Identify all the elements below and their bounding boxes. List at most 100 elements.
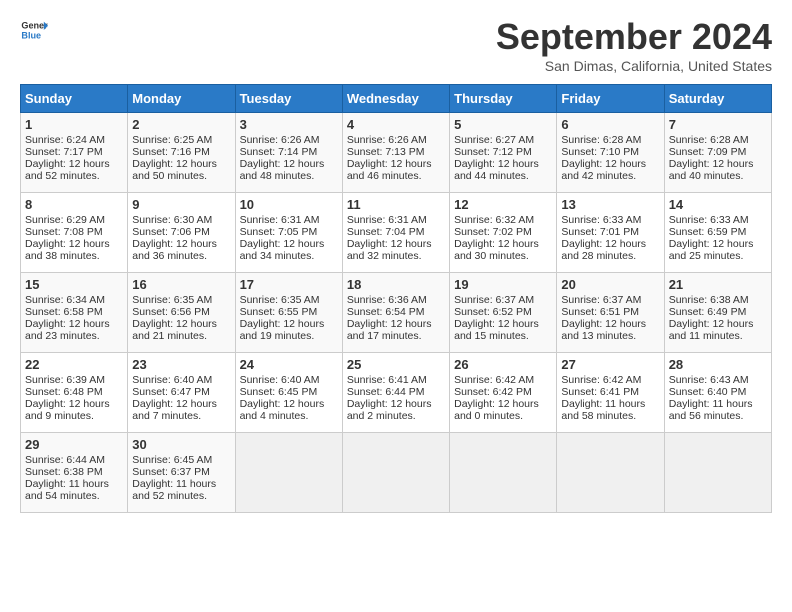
day-number: 26: [454, 357, 552, 372]
sunrise-text: Sunrise: 6:44 AM: [25, 454, 105, 466]
daylight-text: Daylight: 12 hours and 19 minutes.: [240, 318, 325, 342]
table-row: 10Sunrise: 6:31 AMSunset: 7:05 PMDayligh…: [235, 193, 342, 273]
table-row: 12Sunrise: 6:32 AMSunset: 7:02 PMDayligh…: [450, 193, 557, 273]
table-row: 13Sunrise: 6:33 AMSunset: 7:01 PMDayligh…: [557, 193, 664, 273]
daylight-text: Daylight: 12 hours and 15 minutes.: [454, 318, 539, 342]
day-number: 16: [132, 277, 230, 292]
daylight-text: Daylight: 12 hours and 46 minutes.: [347, 158, 432, 182]
sunset-text: Sunset: 7:10 PM: [561, 146, 639, 158]
day-number: 8: [25, 197, 123, 212]
table-row: 8Sunrise: 6:29 AMSunset: 7:08 PMDaylight…: [21, 193, 128, 273]
sunrise-text: Sunrise: 6:25 AM: [132, 134, 212, 146]
day-number: 20: [561, 277, 659, 292]
table-row: 16 Sunrise: 6:35 AMSunset: 6:56 PMDayligh…: [128, 273, 235, 353]
daylight-text: Daylight: 11 hours and 58 minutes.: [561, 398, 645, 422]
sunrise-text: Sunrise: 6:45 AM: [132, 454, 212, 466]
sunrise-text: Sunrise: 6:37 AM: [454, 294, 534, 306]
subtitle: San Dimas, California, United States: [496, 58, 772, 74]
header-row: Sunday Monday Tuesday Wednesday Thursday…: [21, 85, 772, 113]
day-number: 19: [454, 277, 552, 292]
table-row: 14Sunrise: 6:33 AMSunset: 6:59 PMDayligh…: [664, 193, 771, 273]
day-number: 4: [347, 117, 445, 132]
table-row: 23Sunrise: 6:40 AMSunset: 6:47 PMDayligh…: [128, 353, 235, 433]
daylight-text: Daylight: 12 hours and 44 minutes.: [454, 158, 539, 182]
table-row: 18Sunrise: 6:36 AMSunset: 6:54 PMDayligh…: [342, 273, 449, 353]
sunset-text: Sunset: 6:41 PM: [561, 386, 639, 398]
daylight-text: Daylight: 12 hours and 50 minutes.: [132, 158, 217, 182]
table-row: [235, 433, 342, 513]
day-number: 3: [240, 117, 338, 132]
col-wednesday: Wednesday: [342, 85, 449, 113]
day-number: 24: [240, 357, 338, 372]
sunrise-text: Sunrise: 6:36 AM: [347, 294, 427, 306]
table-row: 7Sunrise: 6:28 AMSunset: 7:09 PMDaylight…: [664, 113, 771, 193]
sunrise-text: Sunrise: 6:28 AM: [561, 134, 641, 146]
logo-icon: General Blue: [20, 16, 48, 44]
sunset-text: Sunset: 6:51 PM: [561, 306, 639, 318]
sunrise-text: Sunrise: 6:40 AM: [132, 374, 212, 386]
daylight-text: Daylight: 11 hours and 52 minutes.: [132, 478, 216, 502]
table-row: 24Sunrise: 6:40 AMSunset: 6:45 PMDayligh…: [235, 353, 342, 433]
calendar-header: Sunday Monday Tuesday Wednesday Thursday…: [21, 85, 772, 113]
table-row: 11Sunrise: 6:31 AMSunset: 7:04 PMDayligh…: [342, 193, 449, 273]
sunset-text: Sunset: 6:38 PM: [25, 466, 103, 478]
table-row: [664, 433, 771, 513]
col-sunday: Sunday: [21, 85, 128, 113]
daylight-text: Daylight: 12 hours and 17 minutes.: [347, 318, 432, 342]
week-row: 15 Sunrise: 6:34 AMSunset: 6:58 PM Dayligh…: [21, 273, 772, 353]
week-row: 1Sunrise: 6:24 AMSunset: 7:17 PMDaylight…: [21, 113, 772, 193]
sunrise-text: Sunrise: 6:30 AM: [132, 214, 212, 226]
table-row: 15Sunrise: 6:34 AMSunset: 6:58 PMDayligh…: [21, 273, 128, 353]
sunset-text: Sunset: 6:40 PM: [669, 386, 747, 398]
table-row: 6Sunrise: 6:28 AMSunset: 7:10 PMDaylight…: [557, 113, 664, 193]
sunset-text: Sunset: 6:49 PM: [669, 306, 747, 318]
col-thursday: Thursday: [450, 85, 557, 113]
table-row: 17 Sunrise: 6:35 AMSunset: 6:55 PMDayligh…: [235, 273, 342, 353]
sunset-text: Sunset: 6:42 PM: [454, 386, 532, 398]
table-row: 29Sunrise: 6:44 AMSunset: 6:38 PMDayligh…: [21, 433, 128, 513]
sunrise-text: Sunrise: 6:42 AM: [561, 374, 641, 386]
day-number: 29: [25, 437, 123, 452]
table-row: 25Sunrise: 6:41 AMSunset: 6:44 PMDayligh…: [342, 353, 449, 433]
sunrise-text: Sunrise: 6:35 AM: [132, 294, 212, 306]
sunrise-text: Sunrise: 6:32 AM: [454, 214, 534, 226]
daylight-text: Daylight: 12 hours and 38 minutes.: [25, 238, 110, 262]
day-number: 22: [25, 357, 123, 372]
sunrise-text: Sunrise: 6:34 AM: [25, 294, 105, 306]
sunset-text: Sunset: 6:58 PM: [25, 306, 103, 318]
table-row: 28Sunrise: 6:43 AMSunset: 6:40 PMDayligh…: [664, 353, 771, 433]
table-row: 4Sunrise: 6:26 AMSunset: 7:13 PMDaylight…: [342, 113, 449, 193]
daylight-text: Daylight: 12 hours and 21 minutes.: [132, 318, 217, 342]
daylight-text: Daylight: 11 hours and 56 minutes.: [669, 398, 753, 422]
sunset-text: Sunset: 6:56 PM: [132, 306, 210, 318]
sunset-text: Sunset: 7:17 PM: [25, 146, 103, 158]
week-row: 22Sunrise: 6:39 AMSunset: 6:48 PMDayligh…: [21, 353, 772, 433]
table-row: [342, 433, 449, 513]
sunrise-text: Sunrise: 6:26 AM: [240, 134, 320, 146]
daylight-text: Daylight: 12 hours and 13 minutes.: [561, 318, 646, 342]
day-number: 12: [454, 197, 552, 212]
col-friday: Friday: [557, 85, 664, 113]
table-row: 9Sunrise: 6:30 AMSunset: 7:06 PMDaylight…: [128, 193, 235, 273]
sunrise-text: Sunrise: 6:35 AM: [240, 294, 320, 306]
sunset-text: Sunset: 6:55 PM: [240, 306, 318, 318]
sunrise-text: Sunrise: 6:39 AM: [25, 374, 105, 386]
col-saturday: Saturday: [664, 85, 771, 113]
table-row: 22Sunrise: 6:39 AMSunset: 6:48 PMDayligh…: [21, 353, 128, 433]
sunrise-text: Sunrise: 6:31 AM: [347, 214, 427, 226]
sunset-text: Sunset: 7:14 PM: [240, 146, 318, 158]
table-row: 30Sunrise: 6:45 AMSunset: 6:37 PMDayligh…: [128, 433, 235, 513]
day-number: 2: [132, 117, 230, 132]
day-number: 28: [669, 357, 767, 372]
sunset-text: Sunset: 7:02 PM: [454, 226, 532, 238]
daylight-text: Daylight: 12 hours and 2 minutes.: [347, 398, 432, 422]
day-number: 17: [240, 277, 338, 292]
day-number: 7: [669, 117, 767, 132]
day-number: 15: [25, 277, 123, 292]
day-number: 27: [561, 357, 659, 372]
sunset-text: Sunset: 7:08 PM: [25, 226, 103, 238]
day-number: 11: [347, 197, 445, 212]
sunrise-text: Sunrise: 6:33 AM: [669, 214, 749, 226]
table-row: 3Sunrise: 6:26 AMSunset: 7:14 PMDaylight…: [235, 113, 342, 193]
table-row: 26Sunrise: 6:42 AMSunset: 6:42 PMDayligh…: [450, 353, 557, 433]
